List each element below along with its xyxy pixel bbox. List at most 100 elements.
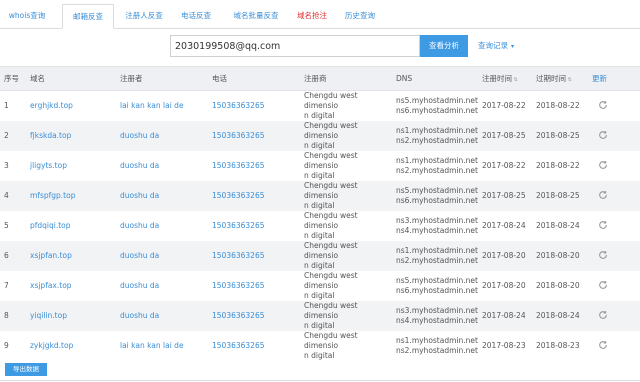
row-refresh-cell: [592, 301, 640, 331]
table-row: 9 zykjgkd.top lai kan kan lai de 1503636326…: [0, 331, 640, 361]
refresh-icon[interactable]: [598, 130, 608, 142]
row-dns: ns5.myhostadmin.net ns6.myhostadmin.net: [396, 96, 478, 115]
row-phone[interactable]: 15036363265: [208, 91, 300, 122]
row-index: 3: [4, 161, 9, 170]
row-index: 4: [0, 181, 26, 211]
row-refresh-cell: [592, 181, 640, 211]
row-domain[interactable]: mfspfgp.top: [26, 181, 116, 211]
row-domain[interactable]: fjkskda.top: [26, 121, 116, 151]
table-row: 6 xsjpfan.top duoshu da 15036363265 Chengdu …: [0, 241, 640, 271]
row-registrar: Chengdu west dimensio n digital: [304, 331, 358, 360]
header-exp-date[interactable]: 过期时间 ⇅: [536, 66, 592, 91]
tab-bulk-reverse[interactable]: 域名批量反查: [226, 4, 286, 28]
refresh-icon[interactable]: [598, 100, 608, 112]
refresh-icon[interactable]: [598, 190, 608, 202]
row-registrant[interactable]: duoshu da: [116, 271, 208, 301]
row-registrant[interactable]: duoshu da: [116, 121, 208, 151]
row-phone[interactable]: 15036363265: [208, 121, 300, 151]
row-index: 5: [4, 221, 9, 230]
row-registrant[interactable]: duoshu da: [116, 301, 208, 331]
row-exp-date: 2018-08-24: [536, 301, 592, 331]
row-phone[interactable]: 15036363265: [208, 331, 300, 361]
table-row: 7 xsjpfax.top duoshu da 15036363265 Chengdu …: [0, 271, 640, 301]
row-exp-date: 2018-08-24: [536, 221, 580, 230]
tab-whois[interactable]: whois查询: [2, 4, 52, 28]
row-refresh-cell: [592, 241, 640, 271]
table-row: 4 mfspfgp.top duoshu da 15036363265 Chengdu …: [0, 181, 640, 211]
row-dns: ns1.myhostadmin.net ns2.myhostadmin.net: [396, 156, 478, 175]
header-reg-date[interactable]: 注册时间 ⇅: [482, 66, 536, 91]
refresh-icon[interactable]: [598, 160, 608, 172]
row-registrant[interactable]: duoshu da: [116, 211, 208, 241]
table-row: 2 fjkskda.top duoshu da 15036363265 Chengdu …: [0, 121, 640, 151]
table-row: 5 pfdqiqi.top duoshu da 15036363265 Chengdu …: [0, 211, 640, 241]
row-index: 2: [0, 121, 26, 151]
row-registrant[interactable]: lai kan kan lai de: [116, 91, 208, 122]
tab-email-reverse[interactable]: 邮箱反查: [62, 4, 114, 29]
row-domain[interactable]: jligyts.top: [26, 151, 116, 181]
row-registrar: Chengdu west dimensio n digital: [304, 271, 358, 300]
row-phone[interactable]: 15036363265: [208, 181, 300, 211]
header-refresh[interactable]: 更新: [592, 66, 640, 91]
row-registrant[interactable]: duoshu da: [116, 181, 208, 211]
row-dns: ns1.myhostadmin.net ns2.myhostadmin.net: [392, 241, 482, 271]
search-input[interactable]: [170, 35, 420, 57]
tab-registrant-reverse[interactable]: 注册人反查: [118, 4, 170, 28]
row-registrant[interactable]: duoshu da: [116, 241, 208, 271]
row-domain[interactable]: zykjgkd.top: [26, 331, 116, 361]
query-history-dropdown[interactable]: 查询记录 ▾: [478, 40, 514, 51]
tab-phone-reverse[interactable]: 电话反查: [174, 4, 218, 28]
row-reg-date: 2017-08-25: [482, 121, 536, 151]
row-exp-date: 2018-08-25: [536, 121, 592, 151]
refresh-icon[interactable]: [598, 310, 608, 322]
refresh-icon[interactable]: [598, 340, 608, 352]
search-bar: 查看分析: [170, 35, 468, 57]
row-registrar: Chengdu west dimensio n digital: [300, 241, 392, 271]
search-button[interactable]: 查看分析: [420, 35, 468, 57]
row-refresh-cell: [592, 121, 640, 151]
row-registrar: Chengdu west dimensio n digital: [304, 211, 358, 240]
footer-divider: [0, 380, 640, 381]
row-refresh-cell: [592, 271, 640, 301]
row-phone[interactable]: 15036363265: [208, 241, 300, 271]
header-registrant: 注册者: [116, 66, 208, 91]
tab-history[interactable]: 历史查询: [340, 4, 380, 28]
tab-domain-snapping[interactable]: 域名抢注: [290, 4, 334, 28]
table-row: 3 jligyts.top duoshu da 15036363265 Chengdu …: [0, 151, 640, 181]
row-refresh-cell: [592, 151, 640, 181]
row-phone[interactable]: 15036363265: [208, 271, 300, 301]
row-domain[interactable]: erghjkd.top: [26, 91, 116, 122]
table-header-row: 序号 域名 注册者 电话 注册商 DNS 注册时间 ⇅ 过期时间 ⇅ 更新: [0, 66, 640, 91]
sort-arrows-icon: ⇅: [566, 77, 572, 83]
row-reg-date: 2017-08-22: [482, 101, 526, 110]
row-domain[interactable]: xsjpfax.top: [26, 271, 116, 301]
row-registrant[interactable]: duoshu da: [116, 151, 208, 181]
row-phone[interactable]: 15036363265: [208, 211, 300, 241]
row-reg-date: 2017-08-24: [482, 301, 536, 331]
row-domain[interactable]: pfdqiqi.top: [26, 211, 116, 241]
row-domain[interactable]: xsjpfan.top: [26, 241, 116, 271]
refresh-icon[interactable]: [598, 220, 608, 232]
row-phone[interactable]: 15036363265: [208, 151, 300, 181]
row-registrant[interactable]: lai kan kan lai de: [116, 331, 208, 361]
row-dns: ns1.myhostadmin.net ns2.myhostadmin.net: [396, 336, 478, 355]
row-dns: ns3.myhostadmin.net ns4.myhostadmin.net: [392, 301, 482, 331]
row-index: 6: [0, 241, 26, 271]
row-dns: ns5.myhostadmin.net ns6.myhostadmin.net: [396, 276, 478, 295]
tab-bar: whois查询 邮箱反查 注册人反查 电话反查 域名批量反查 域名抢注 历史查询: [0, 4, 640, 29]
row-domain[interactable]: yiqilin.top: [26, 301, 116, 331]
row-refresh-cell: [592, 211, 640, 241]
row-exp-date: 2018-08-23: [536, 341, 580, 350]
refresh-icon[interactable]: [598, 280, 608, 292]
header-phone: 电话: [208, 66, 300, 91]
row-reg-date: 2017-08-24: [482, 221, 526, 230]
table-row: 1 erghjkd.top lai kan kan lai de 1503636326…: [0, 91, 640, 122]
row-registrar: Chengdu west dimensio n digital: [304, 91, 358, 120]
row-phone[interactable]: 15036363265: [208, 301, 300, 331]
export-data-button[interactable]: 导出数据: [5, 363, 47, 376]
row-dns: ns5.myhostadmin.net ns6.myhostadmin.net: [392, 181, 482, 211]
header-dns: DNS: [392, 66, 482, 91]
refresh-icon[interactable]: [598, 250, 608, 262]
row-refresh-cell: [592, 91, 640, 122]
row-exp-date: 2018-08-20: [536, 281, 580, 290]
